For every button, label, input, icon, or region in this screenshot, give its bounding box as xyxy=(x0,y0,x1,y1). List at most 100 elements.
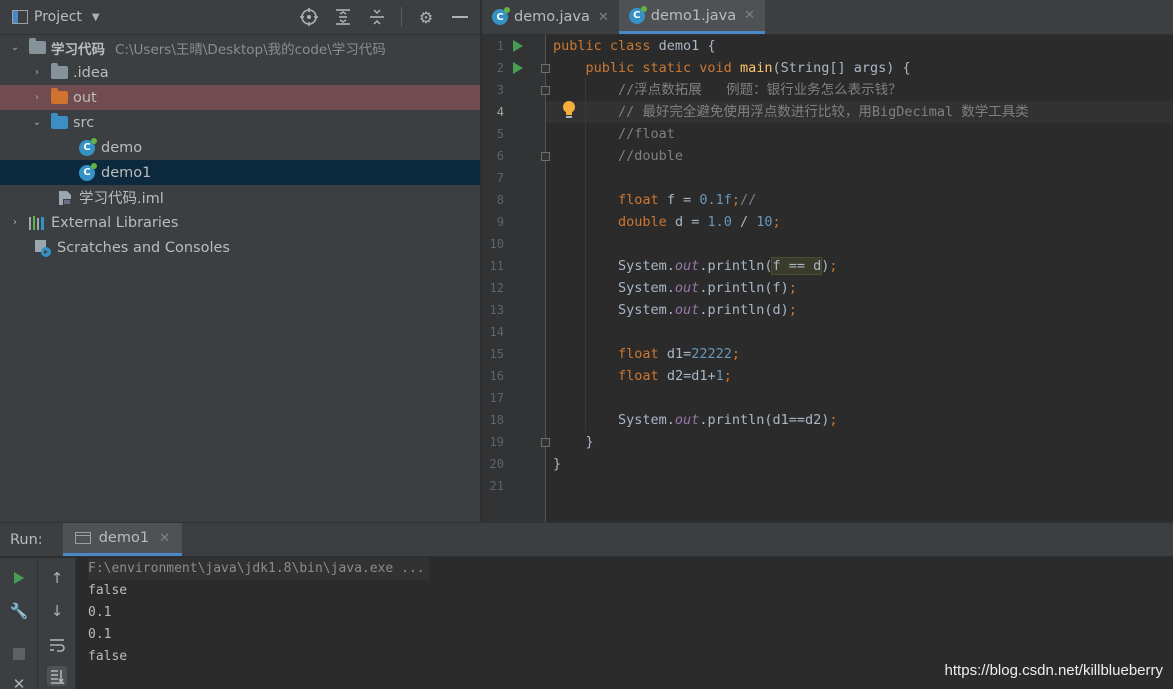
code-line-19[interactable]: } xyxy=(553,431,594,453)
line-number: 2 xyxy=(496,61,504,75)
java-class-icon: C xyxy=(492,7,510,25)
editor: C demo.java ✕ C demo1.java ✕ 1 2 3 4 5 6 7 8 9 10… xyxy=(482,0,1173,522)
line-number: 9 xyxy=(496,215,504,229)
line-number: 15 xyxy=(489,347,504,361)
code-line-12[interactable]: System.out.println(f); xyxy=(553,277,797,299)
console-line: 0.1 xyxy=(88,605,112,620)
arrow-up-icon[interactable]: ↑ xyxy=(47,568,67,588)
line-number: 8 xyxy=(496,193,504,207)
run-main-icon[interactable] xyxy=(513,62,523,74)
code-line-13[interactable]: System.out.println(d); xyxy=(553,299,797,321)
chevron-right-icon[interactable]: › xyxy=(30,92,44,103)
run-tab-demo1[interactable]: demo1 ✕ xyxy=(62,523,182,556)
line-number: 5 xyxy=(496,127,504,141)
java-class-icon: C xyxy=(78,162,97,181)
line-number: 4 xyxy=(496,105,504,119)
tab-demo-java[interactable]: C demo.java ✕ xyxy=(482,0,619,34)
code-line-6[interactable]: //double xyxy=(553,145,683,167)
console-toolbar: ↑ ↓ xyxy=(38,558,76,689)
editor-tabs: C demo.java ✕ C demo1.java ✕ xyxy=(482,0,1173,35)
hide-icon[interactable] xyxy=(450,7,470,27)
java-class-icon: C xyxy=(78,137,97,156)
tree-item-idea[interactable]: › .idea xyxy=(0,60,480,85)
console-line: false xyxy=(88,583,128,598)
tree-item-scratches[interactable]: Scratches and Consoles xyxy=(0,235,480,260)
line-number: 3 xyxy=(496,83,504,97)
soft-wrap-icon[interactable] xyxy=(47,635,67,655)
console-icon xyxy=(74,532,91,544)
collapse-all-icon[interactable] xyxy=(367,7,387,27)
tab-demo1-java[interactable]: C demo1.java ✕ xyxy=(618,0,766,34)
tree-item-demo[interactable]: C demo xyxy=(0,135,480,160)
project-header: Project ▼ ⚙ xyxy=(0,0,480,35)
line-number: 10 xyxy=(489,237,504,251)
tree-item-label: 学习代码.iml xyxy=(79,191,164,207)
run-tab-label: demo1 xyxy=(98,530,150,546)
arrow-down-icon[interactable]: ↓ xyxy=(47,601,67,621)
run-header: Run: demo1 ✕ xyxy=(0,523,1173,557)
run-tool-window: Run: demo1 ✕ 🔧 ✕ ↑ ↓ F:\environment\java… xyxy=(0,522,1173,689)
code-line-11[interactable]: System.out.println(f == d); xyxy=(553,255,838,277)
code-line-20[interactable]: } xyxy=(553,453,561,475)
expand-all-icon[interactable] xyxy=(333,7,353,27)
code-line-5[interactable]: //float xyxy=(553,123,675,145)
stop-icon[interactable] xyxy=(9,644,29,664)
code-line-4[interactable]: // 最好完全避免使用浮点数进行比较，用BigDecimal 数学工具类 xyxy=(553,101,1029,123)
chevron-down-icon[interactable]: ⌄ xyxy=(30,117,44,128)
code-line-1[interactable]: public class demo1 { xyxy=(553,35,716,57)
tree-item-external-libraries[interactable]: › External Libraries xyxy=(0,210,480,235)
close-run-icon[interactable]: ✕ xyxy=(9,674,29,689)
fold-icon[interactable] xyxy=(541,438,550,447)
close-icon[interactable]: ✕ xyxy=(598,10,609,25)
run-class-icon[interactable] xyxy=(513,40,523,52)
code-line-2[interactable]: public static void main(String[] args) { xyxy=(553,57,911,79)
tree-item-iml[interactable]: 学习代码.iml xyxy=(0,185,480,210)
wrench-icon[interactable]: 🔧 xyxy=(9,601,29,621)
rerun-icon[interactable] xyxy=(9,568,29,588)
line-number: 14 xyxy=(489,325,504,339)
fold-icon[interactable] xyxy=(541,152,550,161)
code-line-8[interactable]: float f = 0.1f;// xyxy=(553,189,756,211)
code-line-15[interactable]: float d1=22222; xyxy=(553,343,740,365)
iml-file-icon xyxy=(56,190,74,206)
code-area[interactable]: 1 2 3 4 5 6 7 8 9 10 11 12 13 14 15 16 17 18 19 20 21 public… xyxy=(482,35,1173,522)
tree-item-demo1[interactable]: C demo1 xyxy=(0,160,480,185)
libraries-icon xyxy=(28,215,46,231)
fold-icon[interactable] xyxy=(541,86,550,95)
scroll-to-end-icon[interactable] xyxy=(47,666,67,686)
code-line-3[interactable]: //浮点数拓展 例题：银行业务怎么表示钱？ xyxy=(553,79,902,101)
tree-item-root[interactable]: ⌄ 学习代码 C:\Users\王晴\Desktop\我的code\学习代码 xyxy=(0,35,480,60)
locate-icon[interactable] xyxy=(299,7,319,27)
folder-icon xyxy=(50,63,68,81)
code-line-16[interactable]: float d2=d1+1; xyxy=(553,365,732,387)
line-number: 21 xyxy=(489,479,504,493)
run-toolbar: 🔧 ✕ xyxy=(0,558,38,689)
close-icon[interactable]: ✕ xyxy=(159,531,170,546)
tree-item-label: Scratches and Consoles xyxy=(57,239,230,256)
tree-item-out[interactable]: › out xyxy=(0,85,480,110)
chevron-down-icon[interactable]: ▼ xyxy=(92,12,100,23)
excluded-folder-icon xyxy=(50,88,68,106)
toolbar-divider xyxy=(401,7,402,27)
run-label: Run: xyxy=(10,531,43,548)
java-class-icon: C xyxy=(628,5,647,24)
chevron-down-icon[interactable]: ⌄ xyxy=(8,42,22,53)
gear-icon[interactable]: ⚙ xyxy=(416,7,436,27)
code-line-18[interactable]: System.out.println(d1==d2); xyxy=(553,409,837,431)
line-number: 18 xyxy=(489,413,504,427)
tree-item-src[interactable]: ⌄ src xyxy=(0,110,480,135)
close-icon[interactable]: ✕ xyxy=(744,8,755,23)
console-command-line[interactable]: F:\environment\java\jdk1.8\bin\java.exe … xyxy=(88,558,429,580)
source-folder-icon xyxy=(50,113,68,131)
tree-item-label: .idea xyxy=(73,64,109,81)
code-line-9[interactable]: double d = 1.0 / 10; xyxy=(553,211,781,233)
tree-item-label: src xyxy=(73,114,95,131)
line-number: 13 xyxy=(489,303,504,317)
project-title[interactable]: Project xyxy=(34,9,82,25)
chevron-right-icon[interactable]: › xyxy=(30,67,44,78)
chevron-right-icon[interactable]: › xyxy=(8,217,22,228)
project-tree: ⌄ 学习代码 C:\Users\王晴\Desktop\我的code\学习代码 ›… xyxy=(0,35,480,260)
tree-item-label: out xyxy=(73,89,97,106)
line-number: 12 xyxy=(489,281,504,295)
fold-icon[interactable] xyxy=(541,64,550,73)
